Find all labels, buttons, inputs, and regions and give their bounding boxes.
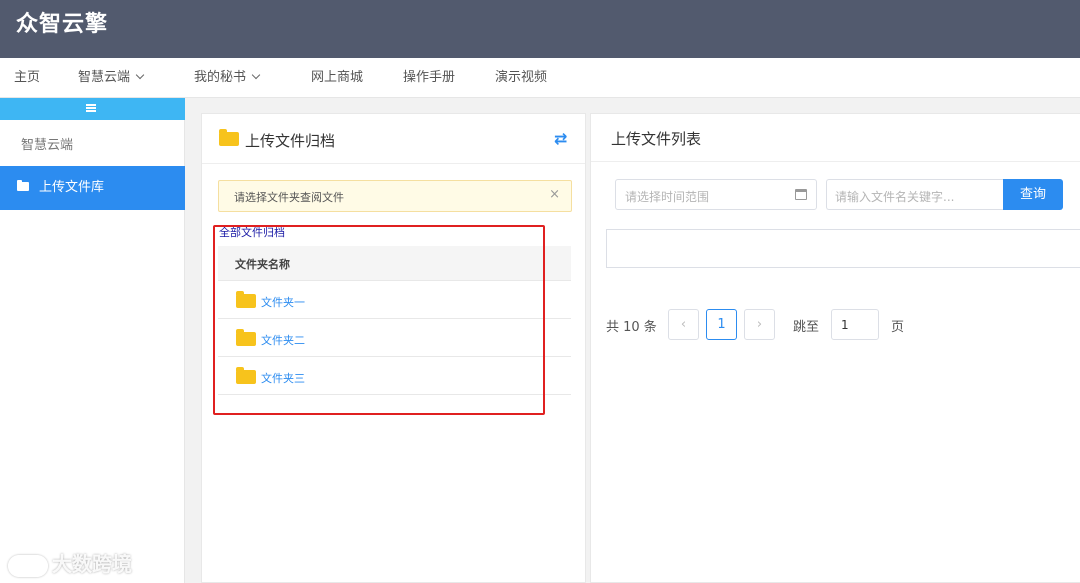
file-list-title: 上传文件列表 <box>611 130 702 148</box>
sidebar-toggle-button[interactable] <box>0 98 185 120</box>
date-range-picker[interactable]: 请选择时间范围 <box>615 179 817 210</box>
swap-icon[interactable]: ⇄ <box>554 129 567 148</box>
file-list-results <box>606 229 1080 268</box>
folder-icon <box>236 367 256 384</box>
sidebar-category: 智慧云端 <box>21 138 74 153</box>
sidebar-item-upload-library[interactable]: 上传文件库 <box>0 166 185 210</box>
nav-label: 演示视频 <box>495 70 548 85</box>
watermark-text: 大数跨境 <box>52 552 132 576</box>
nav-label: 主页 <box>14 70 41 85</box>
sidebar-item-label: 上传文件库 <box>39 180 105 195</box>
alert-message: 请选择文件夹查阅文件 <box>234 191 344 204</box>
sidebar: 智慧云端 上传文件库 <box>0 98 185 583</box>
nav-label: 操作手册 <box>403 70 456 85</box>
menu-icon <box>86 104 96 112</box>
all-archives-link[interactable]: 全部文件归档 <box>219 224 285 240</box>
file-list-panel: 上传文件列表 请选择时间范围 请输入文件名关键字... 查询 共 10 条 ‹ … <box>590 113 1080 583</box>
watermark: 大数跨境 <box>8 548 132 577</box>
table-row[interactable]: 文件夹二 <box>218 319 571 357</box>
nav-item-demo-video[interactable]: 演示视频 <box>495 58 547 98</box>
folder-icon <box>236 329 256 346</box>
keyword-placeholder: 请输入文件名关键字... <box>835 190 955 204</box>
nav-item-online-mall[interactable]: 网上商城 <box>311 58 363 98</box>
top-header: 众智云擎 <box>0 0 1080 58</box>
app-logo[interactable]: 众智云擎 <box>16 6 108 38</box>
close-icon[interactable]: × <box>549 187 560 202</box>
nav-label: 网上商城 <box>311 70 364 85</box>
info-alert: 请选择文件夹查阅文件 × <box>218 180 572 212</box>
chevron-down-icon <box>251 70 261 80</box>
watermark-logo-icon <box>8 554 48 577</box>
folder-icon <box>236 291 256 308</box>
folder-name-link[interactable]: 文件夹二 <box>261 332 305 348</box>
folder-icon <box>219 129 239 146</box>
nav-label: 我的秘书 <box>194 70 247 85</box>
chevron-left-icon: ‹ <box>680 317 687 332</box>
archive-panel-title: 上传文件归档 <box>245 132 336 150</box>
pagination-total: 共 10 条 <box>606 320 657 335</box>
column-header-folder-name: 文件夹名称 <box>235 258 290 271</box>
page-suffix-label: 页 <box>891 320 905 335</box>
page-number-button[interactable]: 1 <box>706 309 737 340</box>
keyword-search-input[interactable]: 请输入文件名关键字... <box>826 179 1004 210</box>
archive-panel: 上传文件归档 ⇄ 请选择文件夹查阅文件 × 全部文件归档 文件夹名称 文件夹一 … <box>201 113 586 583</box>
table-row[interactable]: 文件夹一 <box>218 281 571 319</box>
folder-name-link[interactable]: 文件夹三 <box>261 370 305 386</box>
table-row[interactable]: 文件夹三 <box>218 357 571 395</box>
calendar-icon <box>795 189 807 200</box>
archive-panel-header: 上传文件归档 ⇄ <box>202 114 585 164</box>
chevron-right-icon: › <box>756 317 763 332</box>
table-header: 文件夹名称 <box>218 246 571 281</box>
prev-page-button[interactable]: ‹ <box>668 309 699 340</box>
next-page-button[interactable]: › <box>744 309 775 340</box>
jump-page-value: 1 <box>841 318 849 332</box>
nav-label: 智慧云端 <box>78 70 131 85</box>
nav-item-my-secretary[interactable]: 我的秘书 <box>194 58 261 98</box>
chevron-down-icon <box>135 70 145 80</box>
jump-page-input[interactable]: 1 <box>831 309 879 340</box>
main-nav: 主页 智慧云端 我的秘书 网上商城 操作手册 演示视频 <box>0 58 1080 98</box>
nav-item-home[interactable]: 主页 <box>14 58 40 98</box>
date-range-placeholder: 请选择时间范围 <box>625 190 710 204</box>
divider <box>591 161 1080 162</box>
nav-item-manual[interactable]: 操作手册 <box>403 58 455 98</box>
jump-to-label: 跳至 <box>793 320 820 335</box>
folder-name-link[interactable]: 文件夹一 <box>261 294 305 310</box>
nav-item-smart-cloud[interactable]: 智慧云端 <box>78 58 145 98</box>
folder-icon <box>17 180 29 191</box>
query-button[interactable]: 查询 <box>1003 179 1063 210</box>
